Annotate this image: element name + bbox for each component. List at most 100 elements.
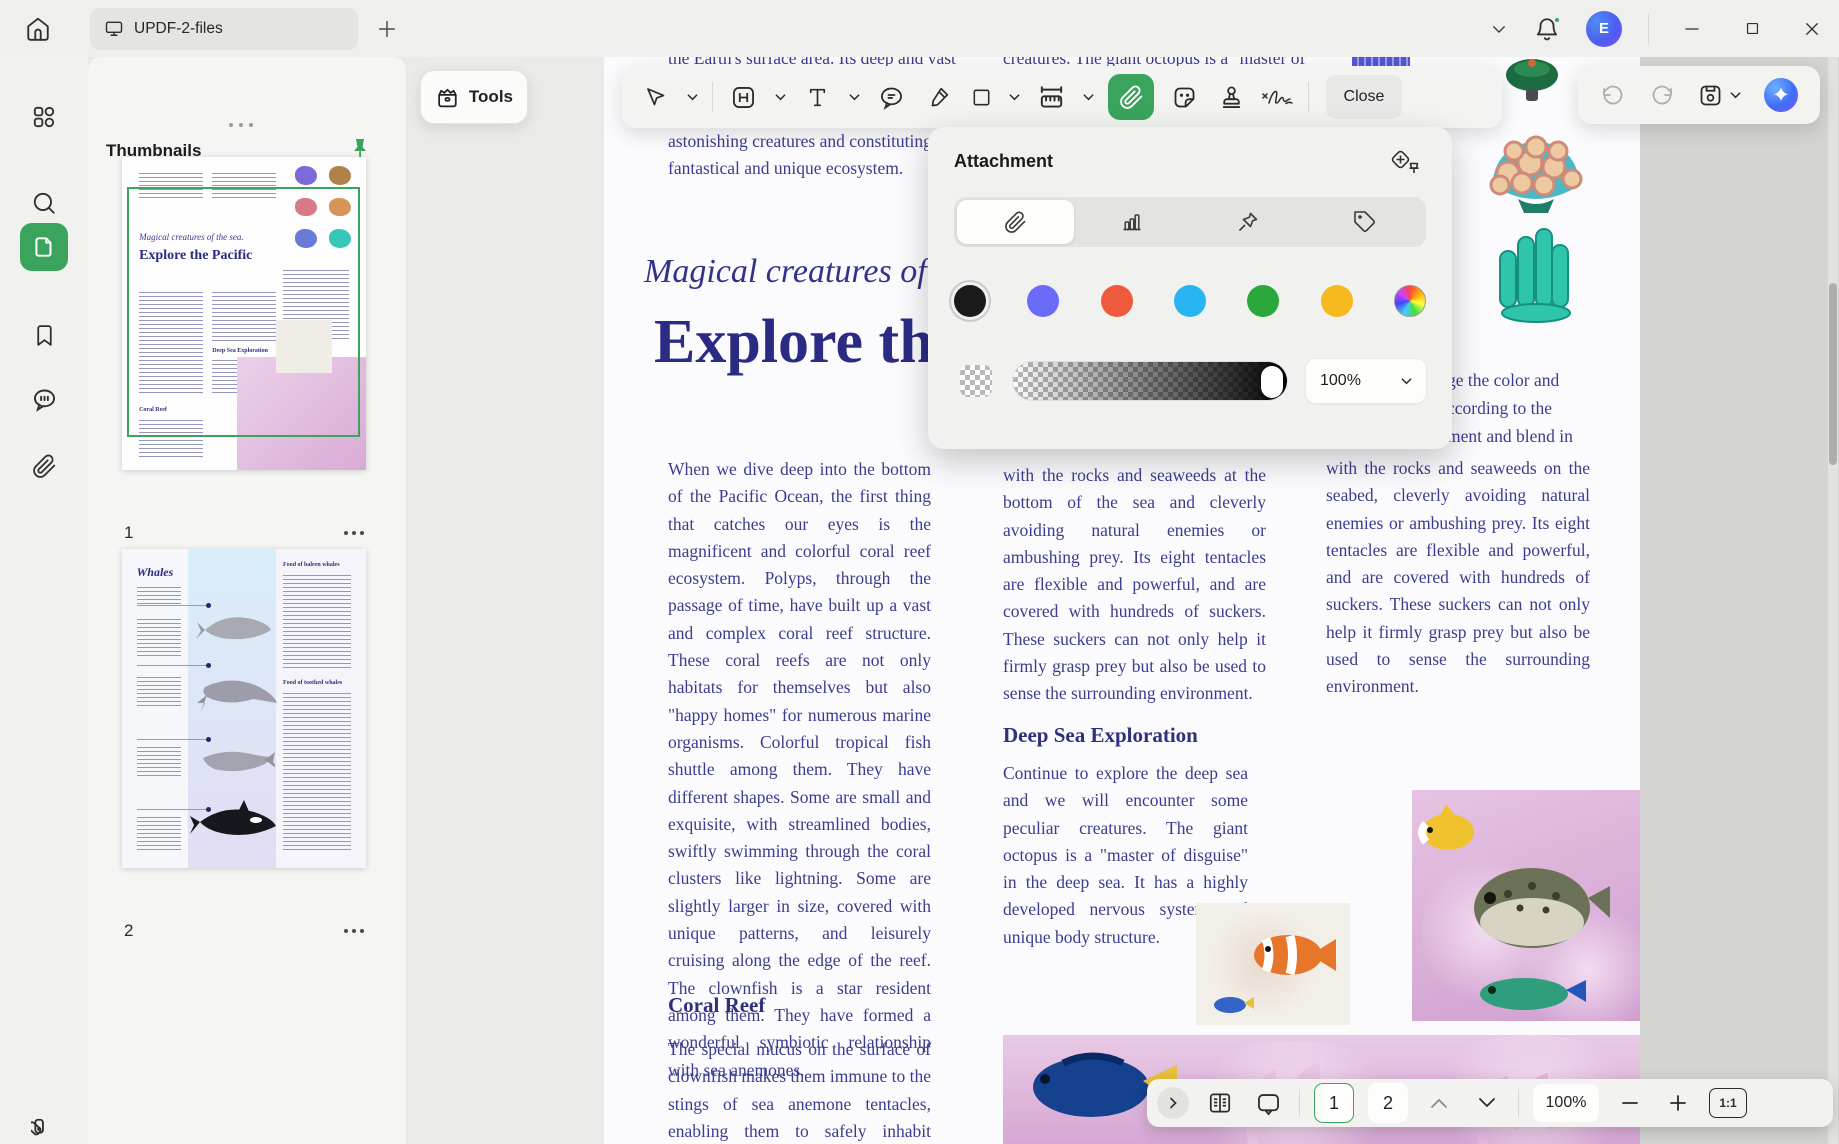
cursor-icon [647,88,665,106]
chevron-down-icon [1730,92,1741,99]
swatch-red[interactable] [1100,285,1133,317]
measure-tool[interactable] [1034,77,1068,117]
save-button[interactable] [1697,82,1741,109]
swatch-green[interactable] [1247,285,1280,317]
sidebar-item-attachments[interactable] [20,442,68,490]
shape-tool-dropdown[interactable] [1007,77,1021,117]
titlebar-collapse-button[interactable] [1490,20,1508,38]
sidebar-item-appearance[interactable] [20,1099,68,1144]
sticker-tool[interactable] [1167,77,1201,117]
opacity-slider-handle[interactable] [1261,366,1283,398]
toolbox-icon [438,88,457,108]
stamp-tool[interactable] [1214,77,1248,117]
page-1-menu-button[interactable] [344,531,364,535]
text-tool[interactable] [800,77,834,117]
undo-button[interactable] [1600,83,1626,107]
maximize-button[interactable] [1735,12,1769,46]
thumbnail-viewport-indicator[interactable] [126,186,360,438]
transparency-chip[interactable] [960,365,992,397]
thumb2-title: Whales [136,564,174,579]
paperclip-icon [1119,85,1142,109]
tab-paperclip[interactable] [957,200,1074,244]
opacity-value-dropdown[interactable]: 100% [1306,359,1426,403]
zoom-out-button[interactable] [1613,1083,1647,1123]
sidebar-item-comments[interactable] [20,375,68,423]
close-window-button[interactable] [1795,12,1829,46]
paperclip-icon [1004,211,1026,233]
redo-button[interactable] [1649,83,1675,107]
swatch-blue[interactable] [1027,285,1060,317]
whale-illustration [203,751,276,771]
ai-sparkle-icon [1773,87,1788,101]
page-thumbnail-1[interactable]: Magical creatures of the sea. Explore th… [122,157,366,470]
new-tab-button[interactable] [372,14,402,44]
opacity-slider[interactable] [1012,361,1288,401]
attachment-popup-title: Attachment [954,151,1054,171]
highlighter-tool[interactable] [921,77,955,117]
minimize-button[interactable] [1675,12,1709,46]
doc-col3-partial3: ment and blend in [1447,426,1573,446]
page-number-current[interactable]: 1 [1314,1083,1354,1123]
sidebar-item-home-grid[interactable] [20,93,68,141]
page-1-label: 1 [124,523,134,542]
undo-icon [1603,85,1623,105]
heading-tool[interactable] [726,77,760,117]
thumb-text-block [136,676,181,709]
select-tool[interactable] [638,77,672,117]
zoom-in-button[interactable] [1661,1083,1695,1123]
tools-button[interactable]: Tools [420,70,528,124]
scrollbar-thumb[interactable] [1829,283,1837,465]
sidebar-item-bookmarks[interactable] [20,311,68,359]
next-page-button[interactable] [1470,1083,1504,1123]
comment-tool[interactable] [874,77,908,117]
ai-assistant-button[interactable] [1763,78,1798,112]
collapse-navbar-button[interactable] [1157,1087,1189,1119]
toolbar-divider [712,82,713,112]
tab-pin[interactable] [1190,200,1307,244]
swatch-black[interactable] [949,280,991,322]
page-thumbnail-2[interactable]: Whales Food of baleen whales Food of too… [122,549,366,868]
avatar[interactable]: E [1586,10,1622,47]
doc-col2-para1: with the rocks and seaweeds at the botto… [1003,465,1266,704]
heading-tool-dropdown[interactable] [773,77,787,117]
attachment-tool-active[interactable] [1108,74,1154,120]
shape-tool[interactable] [968,77,994,117]
zoom-level-value[interactable]: 100% [1533,1084,1599,1122]
thumb-text-block [136,816,181,853]
document-tab[interactable]: UPDF-2-files [90,8,358,50]
opacity-value: 100% [1320,372,1361,389]
close-toolbar-button[interactable]: Close [1326,75,1402,119]
panel-drag-handle[interactable] [229,123,253,127]
two-page-view-button[interactable] [1203,1083,1237,1123]
reef-fish-photo [1412,790,1640,1021]
select-tool-dropdown[interactable] [685,77,699,117]
tab-tag[interactable] [1307,200,1424,244]
previous-page-button[interactable] [1422,1083,1456,1123]
minus-icon [1622,1102,1638,1104]
save-icon [1700,85,1721,105]
home-button[interactable] [16,8,60,50]
page-2-menu-button[interactable] [344,929,364,933]
swatch-yellow[interactable] [1320,285,1353,317]
measure-tool-dropdown[interactable] [1081,77,1095,117]
swatch-cyan[interactable] [1173,285,1206,317]
vertical-scrollbar[interactable] [1828,57,1838,1144]
add-attachment-pin-button[interactable] [1388,147,1422,179]
actual-size-button[interactable]: 1:1 [1709,1088,1747,1118]
chevron-down-icon [774,94,786,101]
page-number-next[interactable]: 2 [1368,1083,1408,1123]
slideshow-button[interactable] [1251,1083,1285,1123]
swatch-custom-color-wheel[interactable] [1393,285,1426,317]
sidebar-item-thumbnails[interactable] [20,223,68,271]
signature-tool[interactable] [1261,77,1295,117]
text-tool-dropdown[interactable] [847,77,861,117]
bar-chart-icon [1123,214,1141,231]
page-icon [35,237,52,257]
annotation-toolbar: Close [622,66,1502,128]
tab-graph[interactable] [1074,200,1191,244]
doc-col1-line3: fantastical and unique ecosystem. [668,158,904,178]
sidebar-item-search[interactable] [20,179,68,227]
chevron-up-icon [1431,1098,1447,1108]
notification-dot [1553,15,1561,24]
notifications-button[interactable] [1534,15,1561,42]
